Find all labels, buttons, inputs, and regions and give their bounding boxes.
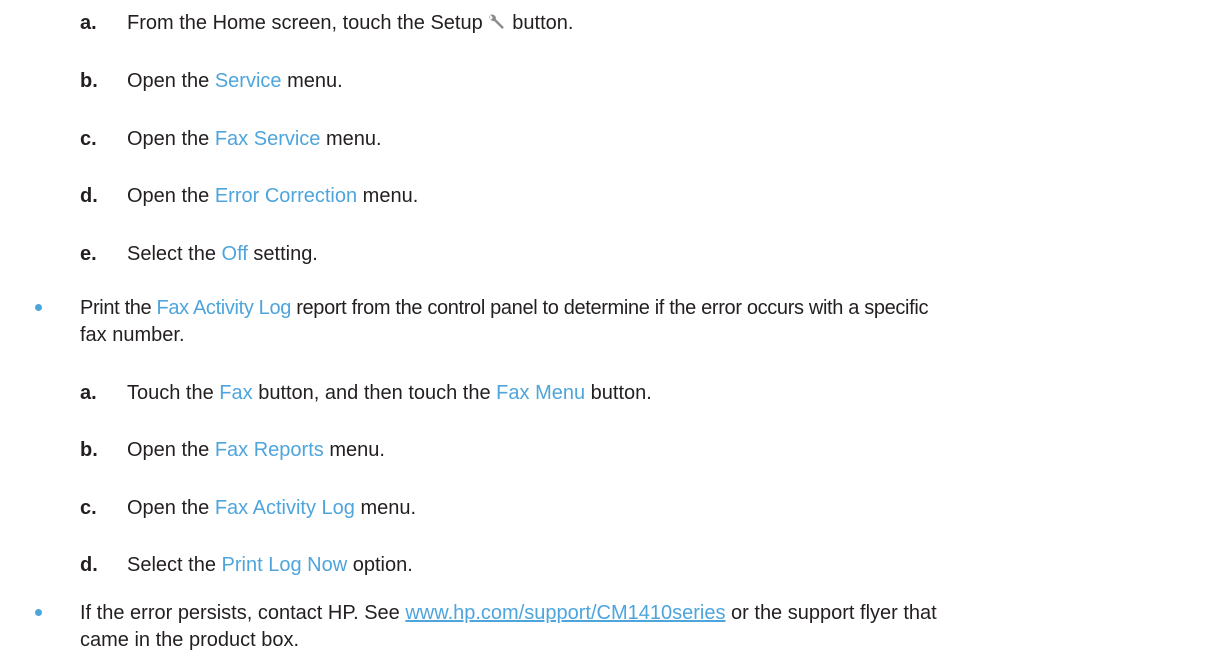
step-text: menu. — [320, 128, 382, 150]
support-link[interactable]: www.hp.com/support/CM1410series — [405, 602, 725, 624]
button-name-fax-menu: Fax Menu — [496, 382, 586, 404]
step-text: menu. — [281, 70, 343, 92]
step-letter: d. — [80, 185, 98, 207]
bullet-2-line-2: came in the product box. — [80, 629, 300, 651]
step-letter: b. — [80, 70, 98, 92]
bullet-text: report from the control panel to determi… — [291, 297, 929, 319]
step-text: menu. — [323, 439, 385, 461]
step-a-text: From the Home screen, touch the Setup bu… — [127, 11, 573, 35]
step-d2-text: Select the Print Log Now option. — [127, 553, 413, 577]
step-c-text: Open the Fax Service menu. — [127, 127, 382, 151]
step-text: From the Home screen, touch the Setup — [127, 12, 483, 34]
step-b2-text: Open the Fax Reports menu. — [127, 438, 385, 462]
menu-name-fax-reports: Fax Reports — [214, 439, 324, 461]
step-text: button, and then touch the — [252, 382, 497, 404]
step-text: menu. — [354, 497, 417, 519]
step-letter: a. — [80, 382, 97, 404]
setting-name-off: Off — [221, 243, 248, 265]
bullet-1-line-1: Print the Fax Activity Log report from t… — [80, 296, 928, 320]
bullet-dot — [35, 609, 42, 616]
step-text: Select the — [127, 554, 222, 576]
bullet-1-line-2: fax number. — [80, 324, 185, 346]
menu-name-error-correction: Error Correction — [214, 185, 358, 207]
wrench-icon — [486, 13, 505, 32]
step-text: Open the — [127, 497, 215, 519]
bullet-text: or the support flyer that — [725, 602, 937, 624]
menu-name-fax-activity-log: Fax Activity Log — [214, 497, 355, 519]
step-letter: e. — [80, 243, 97, 265]
step-text: Select the — [127, 243, 222, 265]
step-text: Open the — [127, 439, 215, 461]
step-text: setting. — [247, 243, 318, 265]
step-b-text: Open the Service menu. — [127, 69, 343, 93]
bullet-dot — [35, 304, 42, 311]
menu-name-fax-service: Fax Service — [214, 128, 321, 150]
step-letter: b. — [80, 439, 98, 461]
report-name-fax-activity-log: Fax Activity Log — [156, 297, 292, 319]
option-name-print-log-now: Print Log Now — [221, 554, 348, 576]
step-e-text: Select the Off setting. — [127, 242, 318, 266]
step-letter: a. — [80, 12, 97, 34]
step-text: option. — [347, 554, 413, 576]
step-c2-text: Open the Fax Activity Log menu. — [127, 496, 416, 520]
step-text: Touch the — [127, 382, 220, 404]
step-text: Open the — [127, 128, 215, 150]
step-d-text: Open the Error Correction menu. — [127, 184, 418, 208]
step-text: button. — [506, 12, 574, 34]
step-text: button. — [585, 382, 652, 404]
button-name-fax: Fax — [219, 382, 253, 404]
step-letter: c. — [80, 128, 97, 150]
step-a2-text: Touch the Fax button, and then touch the… — [127, 381, 652, 405]
step-text: Open the — [127, 185, 215, 207]
step-text: menu. — [357, 185, 419, 207]
step-text: Open the — [127, 70, 215, 92]
step-letter: c. — [80, 497, 97, 519]
bullet-text: If the error persists, contact HP. See — [80, 602, 406, 624]
step-letter: d. — [80, 554, 98, 576]
bullet-text: Print the — [80, 297, 157, 319]
bullet-2-line-1: If the error persists, contact HP. See w… — [80, 601, 937, 625]
menu-name-service: Service — [214, 70, 282, 92]
